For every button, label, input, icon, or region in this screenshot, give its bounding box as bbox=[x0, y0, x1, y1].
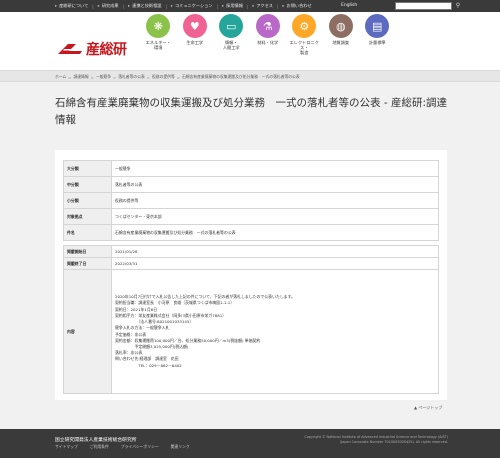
breadcrumb-item[interactable]: 役務の提供等 bbox=[152, 74, 175, 80]
table-row: 小分類 役務の提供等 bbox=[63, 192, 439, 209]
category-electronics[interactable]: ⚙ エレクトロニクス・ 製造 bbox=[286, 14, 323, 55]
top-bar: ▸ 産総研について | ▸ 研究成果 | ▸ 連携と技術相談 | ▸ コミュニケーション | ▸… bbox=[0, 0, 500, 12]
category-label: 地質調査 bbox=[332, 40, 350, 45]
breadcrumb: ホーム > 調達情報 > 一般競争 > 落札者等の公表 > 役務の提供等 > 石綿含有産業… bbox=[55, 74, 300, 80]
research-categories: ❋ エネルギー・ 環境 ♥ 生命工学 ▭ 情報・ 人間工学 ⚗ 材料・化学 ⚙ … bbox=[140, 14, 396, 55]
top-nav-item[interactable]: ▸ 連携と技術相談 bbox=[128, 3, 161, 9]
row-header: 対象拠点 bbox=[63, 208, 112, 225]
category-energy[interactable]: ❋ エネルギー・ 環境 bbox=[140, 14, 177, 55]
top-nav-item[interactable]: ▸ 産総研について bbox=[55, 3, 88, 9]
table-row: 件名 石綿含有産業廃棄物の収集運搬及び処分業務 一式の落札者等の公表 bbox=[63, 224, 439, 241]
category-label: エレクトロニクス・ 製造 bbox=[289, 40, 319, 55]
aist-logo-icon bbox=[58, 44, 82, 54]
top-nav-item[interactable]: ▸ 研究成果 bbox=[98, 3, 119, 9]
row-header: 件名 bbox=[63, 224, 112, 241]
leaf-icon: ❋ bbox=[146, 14, 171, 38]
top-nav-item[interactable]: ▸ アクセス bbox=[252, 3, 273, 9]
table-row: 中分類 落札者等の公表 bbox=[63, 176, 439, 193]
breadcrumb-item[interactable]: ホーム bbox=[55, 74, 66, 80]
heart-icon: ♥ bbox=[182, 14, 207, 38]
footer-link-related[interactable]: 関連リンク bbox=[171, 444, 190, 450]
copyright-line: (Japan Corporate Number 7010005005425). … bbox=[339, 440, 448, 444]
row-header: 掲載終了日 bbox=[63, 257, 112, 270]
footer-link-terms[interactable]: ご利用条件 bbox=[90, 444, 109, 450]
category-life[interactable]: ♥ 生命工学 bbox=[177, 14, 214, 55]
classification-table: 大分類 一般競争 中分類 落札者等の公表 小分類 役務の提供等 対象拠点 つくばセンター… bbox=[63, 160, 439, 241]
page-top-label: ページトップ bbox=[418, 405, 443, 410]
row-header: 掲載開始日 bbox=[63, 245, 112, 258]
category-information[interactable]: ▭ 情報・ 人間工学 bbox=[213, 14, 250, 55]
category-label: 材料・化学 bbox=[257, 40, 279, 45]
top-nav-item[interactable]: ▸ コミュニケーション bbox=[171, 3, 213, 9]
site-logo[interactable]: 産総研 bbox=[56, 39, 127, 59]
row-value: つくばセンター・東京本部 bbox=[111, 208, 439, 225]
row-header: 大分類 bbox=[63, 160, 112, 177]
footer-link-sitemap[interactable]: サイトマップ bbox=[55, 444, 78, 450]
breadcrumb-bar: ホーム > 調達情報 > 一般競争 > 落札者等の公表 > 役務の提供等 > 石綿含有産業… bbox=[0, 70, 500, 82]
category-label: エネルギー・ 環境 bbox=[145, 40, 171, 50]
search-input[interactable] bbox=[395, 2, 452, 10]
category-label: 情報・ 人間工学 bbox=[222, 40, 240, 50]
footer-link-privacy[interactable]: プライバシーポリシー bbox=[121, 444, 159, 450]
breadcrumb-item[interactable]: 落札者等の公表 bbox=[118, 74, 145, 80]
row-header: 中分類 bbox=[63, 176, 112, 193]
page-top-link[interactable]: ▲ ページトップ bbox=[414, 405, 442, 411]
content-detail: 2020年10月7日付けで入札公告した上記の件について、下記の者が落札しましたの… bbox=[111, 269, 439, 394]
row-header: 小分類 bbox=[63, 192, 112, 209]
table-row: 対象拠点 つくばセンター・東京本部 bbox=[63, 208, 439, 225]
chip-icon: ⚙ bbox=[292, 14, 317, 38]
row-value: 石綿含有産業廃棄物の収集運搬及び処分業務 一式の落札者等の公表 bbox=[111, 224, 439, 241]
details-table: 掲載開始日 2021/01/28 掲載終了日 2022/03/31 内容 2020年… bbox=[63, 245, 439, 394]
top-nav-item[interactable]: ▸ 採用情報 bbox=[222, 3, 243, 9]
breadcrumb-item[interactable]: 調達情報 bbox=[73, 74, 88, 80]
footer-org-name: 国立研究開発法人産業技術総合研究所 bbox=[55, 438, 137, 443]
top-nav-item[interactable]: ▸ お問い合わせ bbox=[282, 3, 311, 9]
search-icon[interactable]: ⚲ bbox=[454, 2, 462, 10]
footer-copyright: Copyright © National Institute of Advanc… bbox=[304, 435, 448, 445]
breadcrumb-current: 石綿含有産業廃棄物の収集運搬及び処分業務 一式の落札者等の公表 bbox=[181, 74, 300, 79]
category-geology[interactable]: ◍ 地質調査 bbox=[323, 14, 360, 55]
site-footer: 国立研究開発法人産業技術総合研究所 サイトマップ ご利用条件 プライバシーポリシ… bbox=[0, 429, 500, 458]
content-panel: 大分類 一般競争 中分類 落札者等の公表 小分類 役務の提供等 対象拠点 つくばセンター… bbox=[55, 150, 447, 400]
row-value: 落札者等の公表 bbox=[111, 176, 439, 193]
table-row: 大分類 一般競争 bbox=[63, 160, 439, 177]
logo-text: 産総研 bbox=[86, 42, 127, 58]
row-header: 内容 bbox=[63, 269, 112, 394]
site-header: 産総研 ❋ エネルギー・ 環境 ♥ 生命工学 ▭ 情報・ 人間工学 ⚗ 材料・化… bbox=[0, 12, 500, 70]
end-date: 2022/03/31 bbox=[111, 257, 439, 270]
globe-icon: ◍ bbox=[328, 14, 353, 38]
category-label: 生命工学 bbox=[186, 40, 204, 45]
ruler-icon: ▤ bbox=[365, 14, 390, 38]
table-row: 掲載開始日 2021/01/28 bbox=[63, 245, 439, 258]
footer-links: サイトマップ ご利用条件 プライバシーポリシー 関連リンク bbox=[55, 444, 190, 450]
page-title: 石綿含有産業廃棄物の収集運搬及び処分業務 一式の落札者等の公表 - 産総研:調達… bbox=[55, 97, 448, 126]
table-row: 内容 2020年10月7日付けで入札公告した上記の件について、下記の者が落札しま… bbox=[63, 269, 439, 394]
detail-line: TEL：029－862－6402 bbox=[115, 362, 182, 368]
table-row: 掲載終了日 2022/03/31 bbox=[63, 257, 439, 270]
row-value: 一般競争 bbox=[111, 160, 439, 177]
category-metrology[interactable]: ▤ 計量標準 bbox=[359, 14, 396, 55]
top-nav: ▸ 産総研について | ▸ 研究成果 | ▸ 連携と技術相談 | ▸ コミュニケーション | ▸… bbox=[55, 3, 312, 9]
row-value: 役務の提供等 bbox=[111, 192, 439, 209]
category-materials[interactable]: ⚗ 材料・化学 bbox=[250, 14, 287, 55]
category-label: 計量標準 bbox=[368, 40, 386, 45]
published-date: 2021/01/28 bbox=[111, 245, 439, 258]
monitor-icon: ▭ bbox=[219, 14, 244, 38]
flask-icon: ⚗ bbox=[255, 14, 280, 38]
arrow-up-icon: ▲ bbox=[414, 405, 418, 410]
english-link[interactable]: English bbox=[341, 0, 357, 12]
breadcrumb-item[interactable]: 一般競争 bbox=[96, 74, 111, 80]
